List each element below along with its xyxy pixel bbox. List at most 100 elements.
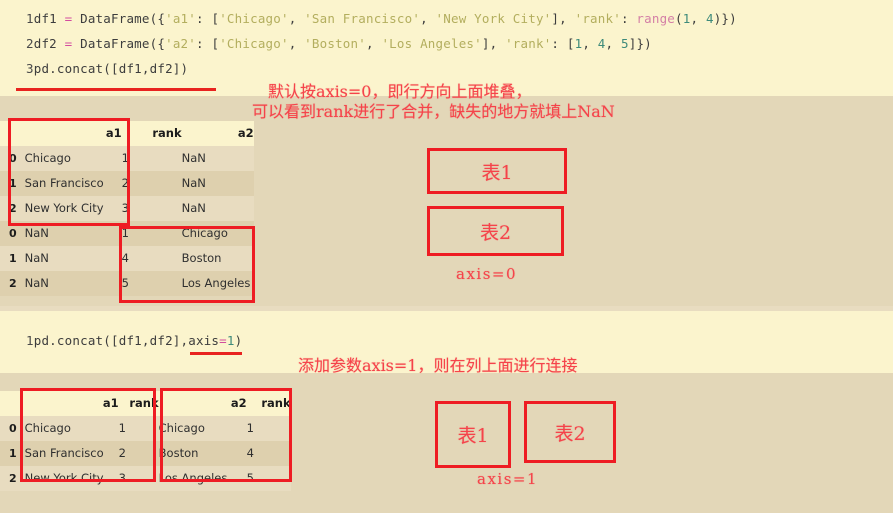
table-row: 0 NaN 1 Chicago: [0, 221, 254, 246]
callout-box-table2-axis0: 表2: [427, 206, 564, 256]
col-header-rank-2: rank: [246, 391, 291, 416]
cell-index: 1: [0, 441, 25, 466]
code-line-4[interactable]: 1pd.concat([df1,df2],axis=1): [26, 333, 242, 348]
code-token: 'Chicago': [219, 11, 289, 26]
cell-a2: Chicago: [158, 416, 247, 441]
code-line-2[interactable]: 2df2 = DataFrame({'a2': ['Chicago', 'Bos…: [26, 36, 652, 51]
col-header-index: [0, 391, 25, 416]
code-token: 'San Francisco': [304, 11, 421, 26]
callout-label-table2: 表2: [479, 221, 512, 244]
code-token: 4: [597, 36, 606, 51]
cell-rank-1: 3: [118, 466, 159, 491]
cell-a1: San Francisco: [24, 441, 119, 466]
cell-index: 0: [0, 416, 25, 441]
cell-a1: New York City: [24, 466, 119, 491]
code-line-1[interactable]: 1df1 = DataFrame({'a1': ['Chicago', 'San…: [26, 11, 737, 26]
code-line-number: 2: [26, 36, 34, 51]
callout-box-table1-axis0: 表1: [427, 148, 567, 194]
dataframe-2-header: a1 rank a2 rank: [0, 391, 291, 416]
cell-rank: 2: [121, 171, 182, 196]
cell-rank: 3: [121, 196, 182, 221]
col-header-rank-1: rank: [118, 391, 159, 416]
code-token: ],: [481, 36, 506, 51]
code-underline-2: [190, 352, 242, 355]
code-token: ,: [690, 11, 706, 26]
cell-a2: Boston: [158, 441, 247, 466]
cell-a2: NaN: [181, 171, 254, 196]
cell-a1: Chicago: [24, 416, 119, 441]
code-token: 5: [620, 36, 629, 51]
dataframe-1-header: a1 rank a2: [0, 121, 254, 146]
cell-rank: 5: [121, 271, 182, 296]
code-token: : [: [196, 11, 220, 26]
code-token: ,: [420, 11, 436, 26]
code-token: df2: [33, 36, 65, 51]
code-token: ): [234, 333, 243, 348]
cell-rank-2: 5: [246, 466, 291, 491]
code-line-3[interactable]: 3pd.concat([df1,df2]): [26, 61, 188, 76]
code-token: pd.concat([df1,df2],axis: [33, 333, 220, 348]
code-underline-1: [16, 88, 216, 91]
code-token: DataFrame({: [72, 36, 166, 51]
cell-a1: Chicago: [24, 146, 122, 171]
col-header-a2: a2: [181, 121, 254, 146]
cell-rank-2: 4: [246, 441, 291, 466]
code-token: pd.concat([df1,df2]): [33, 61, 189, 76]
cell-index: 1: [0, 171, 25, 196]
code-token: 1: [682, 11, 691, 26]
cell-index: 0: [0, 221, 25, 246]
callout-box-table1-axis1: 表1: [435, 401, 511, 468]
code-token: 'Chicago': [219, 36, 289, 51]
cell-a2: NaN: [181, 196, 254, 221]
callout-label-table1: 表1: [457, 425, 489, 447]
table-row: 0 Chicago 1 Chicago 1: [0, 416, 291, 441]
table-row: 2 NaN 5 Los Angeles: [0, 271, 254, 296]
cell-index: 2: [0, 196, 25, 221]
dataframe-1-body: 0 Chicago 1 NaN 1 San Francisco 2 NaN 2 New York …: [0, 146, 254, 296]
annotation-axis1-line1: 添加参数axis=1，则在列上面进行连接: [298, 356, 578, 375]
code-token: (: [675, 11, 683, 26]
code-token: 'rank': [505, 36, 552, 51]
table-row: 2 New York City 3 Los Angeles 5: [0, 466, 291, 491]
code-line-number: 1: [26, 333, 34, 348]
code-token: 'rank': [574, 11, 621, 26]
col-header-a2: a2: [158, 391, 247, 416]
code-line-number: 3: [26, 61, 34, 76]
code-token: df1: [33, 11, 65, 26]
code-token: =: [219, 333, 227, 348]
code-token: 'Los Angeles': [381, 36, 482, 51]
cell-rank: 4: [121, 246, 182, 271]
header-row: a1 rank a2 rank: [0, 391, 291, 416]
code-token: 'Boston': [304, 36, 366, 51]
callout-axis-label-1: axis=1: [477, 470, 539, 488]
dataframe-concat-axis1: a1 rank a2 rank 0 Chicago 1 Chicago 1 1 San Fr…: [0, 391, 291, 491]
callout-label-table2: 表2: [554, 422, 586, 445]
cell-index: 2: [0, 466, 25, 491]
code-line-number: 1: [26, 11, 34, 26]
code-token: : [: [196, 36, 220, 51]
code-token: ,: [605, 36, 621, 51]
table-row: 1 San Francisco 2 NaN: [0, 171, 254, 196]
col-header-a1: a1: [24, 391, 119, 416]
cell-a2: Los Angeles: [181, 271, 254, 296]
cell-a2: Boston: [181, 246, 254, 271]
cell-a1: NaN: [24, 221, 122, 246]
col-header-a1: a1: [24, 121, 122, 146]
table-row: 2 New York City 3 NaN: [0, 196, 254, 221]
code-token: ,: [288, 11, 305, 26]
table-row: 0 Chicago 1 NaN: [0, 146, 254, 171]
cell-rank-2: 1: [246, 416, 291, 441]
cell-index: 0: [0, 146, 25, 171]
code-token: ,: [582, 36, 598, 51]
cell-rank: 1: [121, 146, 182, 171]
cell-a1: NaN: [24, 246, 122, 271]
code-token: :: [620, 11, 637, 26]
cell-rank: 1: [121, 221, 182, 246]
dataframe-2-body: 0 Chicago 1 Chicago 1 1 San Francisco 2 Boston 4 2…: [0, 416, 291, 491]
code-token: 'New York City': [435, 11, 552, 26]
screenshot-root: 1df1 = DataFrame({'a1': ['Chicago', 'San…: [0, 0, 893, 513]
cell-a2: NaN: [181, 146, 254, 171]
code-token: )}): [713, 11, 737, 26]
code-token: 'a2': [165, 36, 196, 51]
code-token: ,: [365, 36, 382, 51]
